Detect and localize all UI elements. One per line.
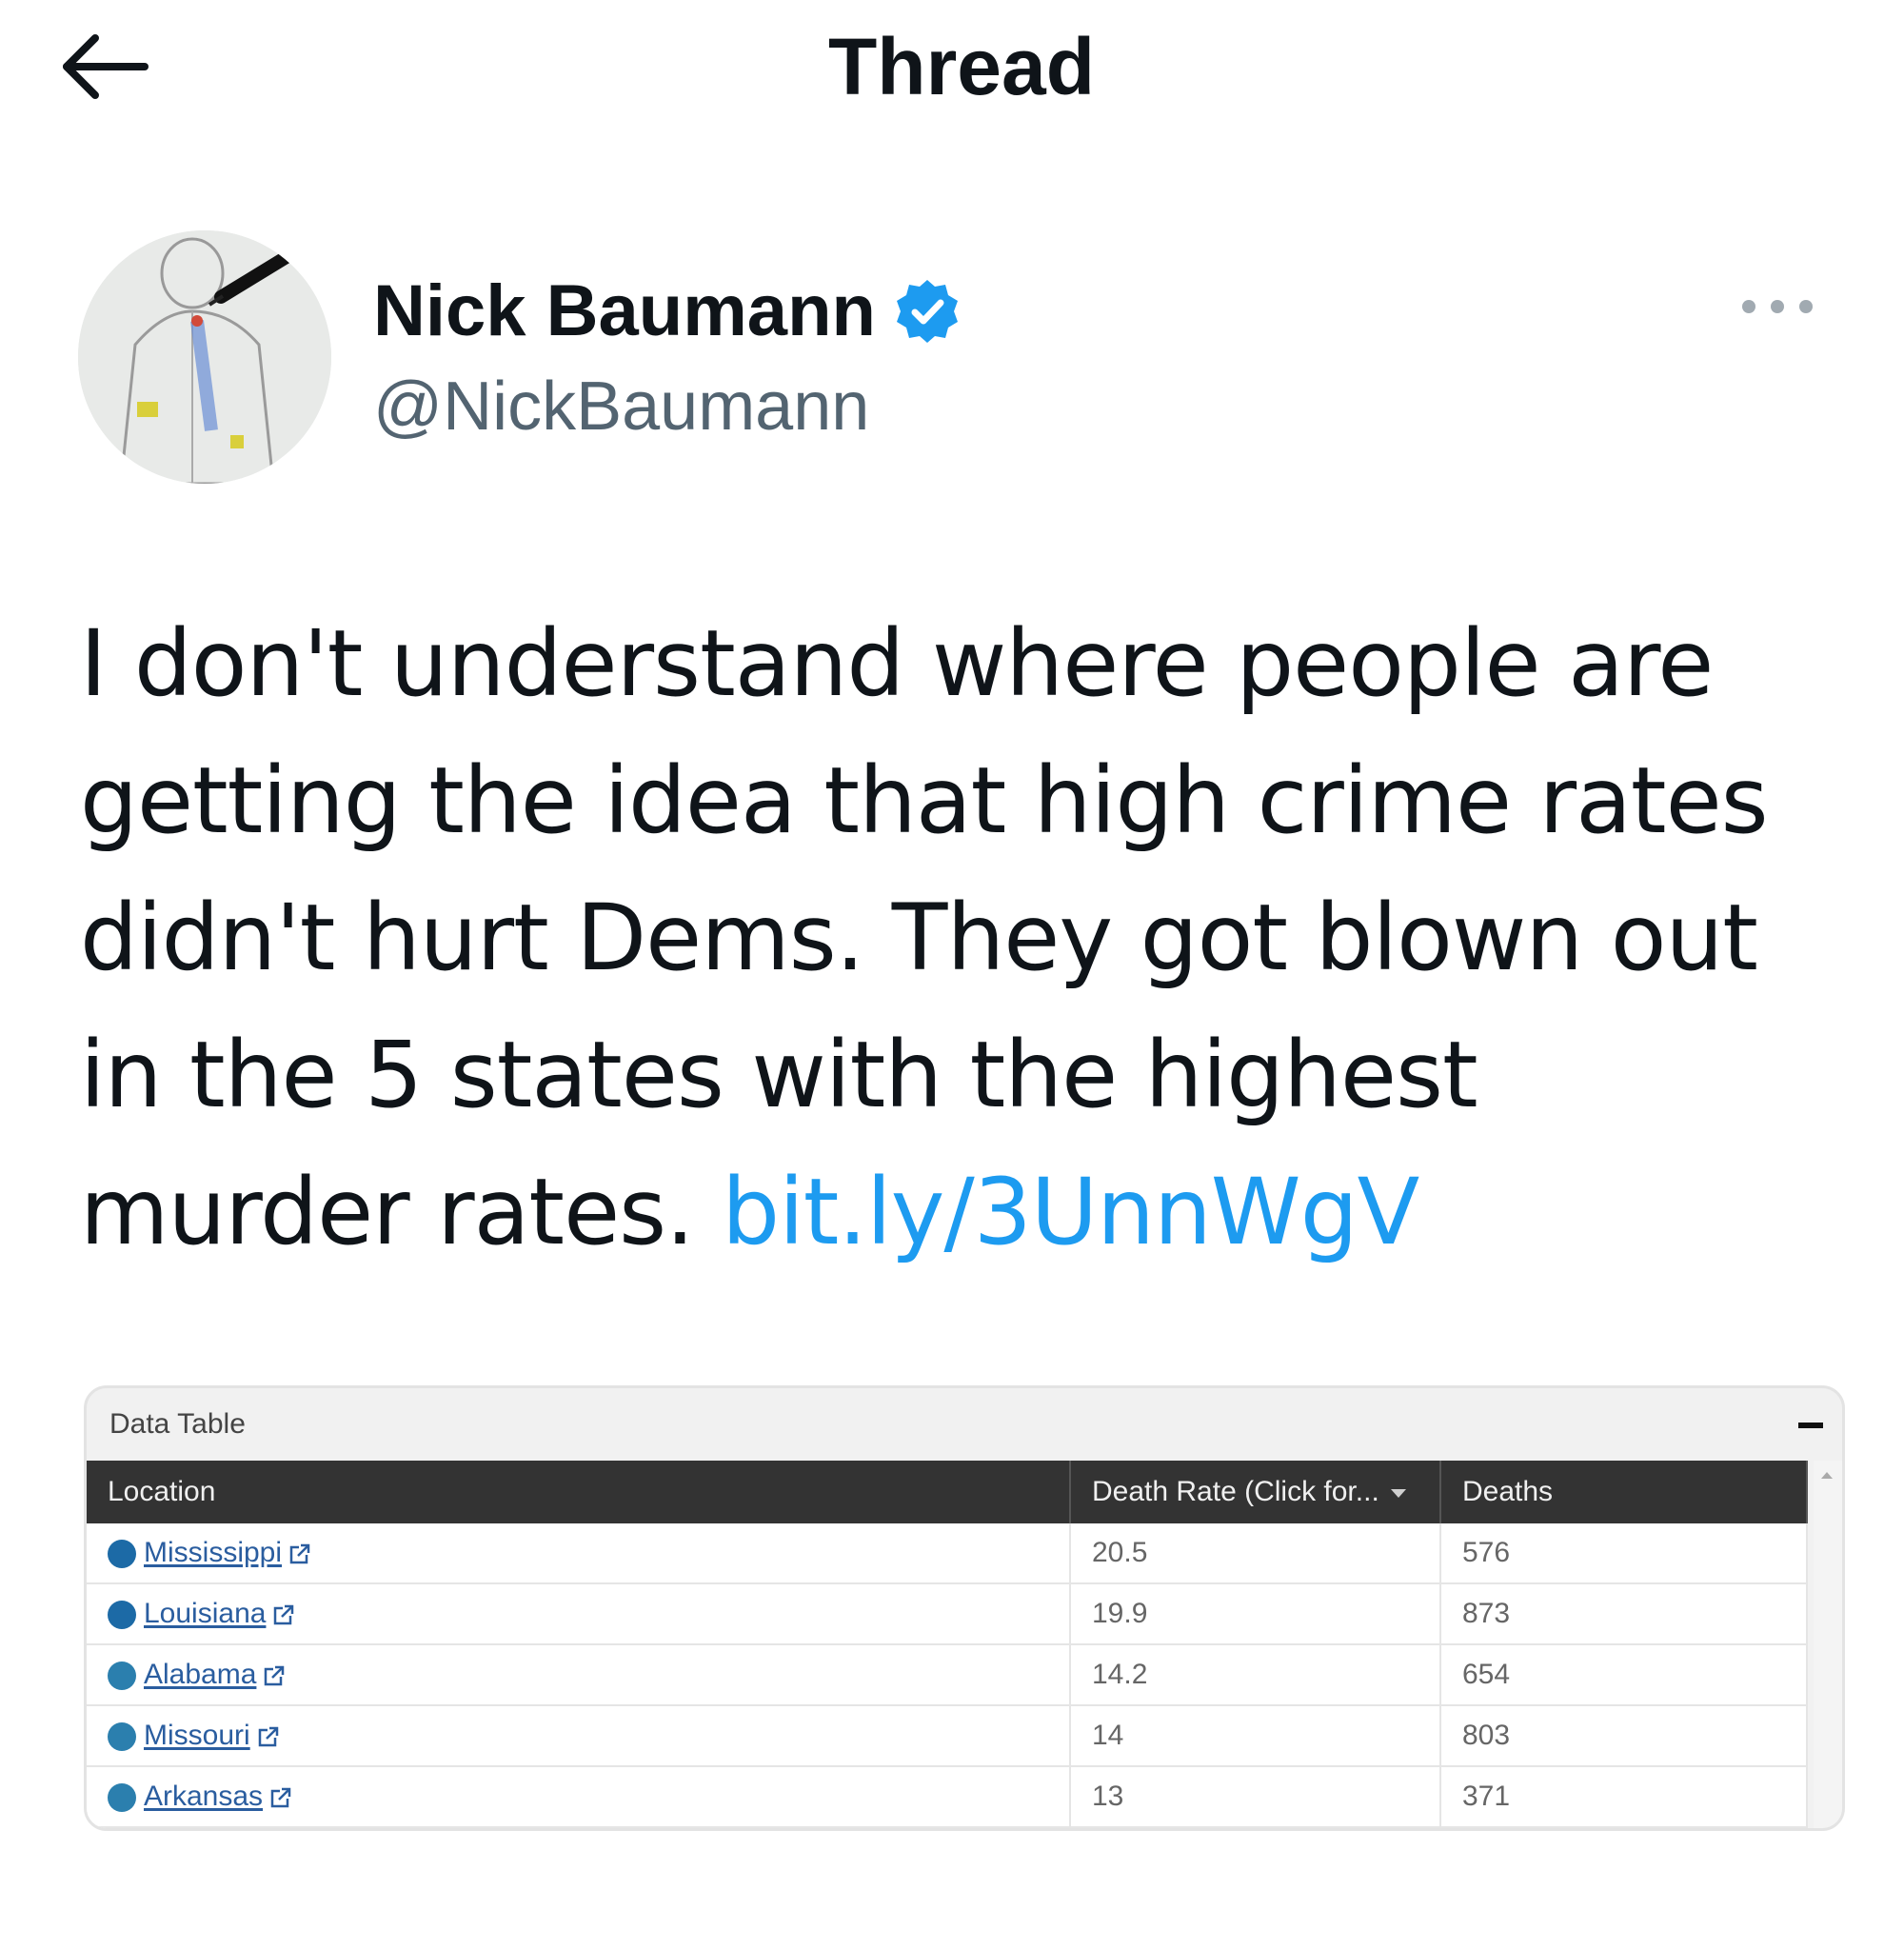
cell-deaths: 803	[1440, 1705, 1808, 1767]
avatar-image	[78, 230, 331, 484]
legend-dot-icon	[108, 1661, 136, 1690]
location-link[interactable]: Alabama	[144, 1660, 256, 1691]
author-name-row[interactable]: Nick Baumann	[373, 269, 962, 354]
location-link[interactable]: Mississippi	[144, 1538, 282, 1569]
cell-death-rate: 20.5	[1070, 1523, 1441, 1584]
cell-death-rate: 19.9	[1070, 1583, 1441, 1645]
tweet-text-line: I don't understand where people are	[80, 610, 1714, 717]
author-name: Nick Baumann	[373, 270, 876, 351]
external-link-icon[interactable]	[271, 1602, 296, 1627]
sort-caret-icon	[1390, 1488, 1406, 1498]
cell-death-rate: 13	[1070, 1766, 1441, 1828]
external-link-icon[interactable]	[268, 1785, 293, 1810]
table-row: Arkansas 13 371	[87, 1766, 1808, 1828]
scrollbar[interactable]	[1814, 1461, 1842, 1828]
tweet-text-line: getting the idea that high crime rates	[80, 747, 1769, 854]
more-horizontal-icon	[1742, 300, 1813, 313]
table-row: Mississippi 20.5 576	[87, 1523, 1808, 1584]
data-table-title: Data Table	[109, 1408, 246, 1440]
location-link[interactable]: Missouri	[144, 1721, 250, 1752]
cell-death-rate: 14.2	[1070, 1644, 1441, 1706]
tweet-text: I don't understand where people are gett…	[80, 595, 1851, 1281]
cell-location: Louisiana	[87, 1583, 1071, 1645]
cell-death-rate: 14	[1070, 1705, 1441, 1767]
tweet-text-line: murder rates.	[80, 1159, 723, 1265]
legend-dot-icon	[108, 1600, 136, 1629]
verified-badge-icon	[893, 277, 962, 346]
legend-dot-icon	[108, 1721, 136, 1751]
tweet-text-line: in the 5 states with the highest	[80, 1022, 1478, 1128]
data-table: Location Death Rate (Click for... Deaths…	[87, 1461, 1808, 1828]
table-row: Missouri 14 803	[87, 1705, 1808, 1767]
cell-location: Arkansas	[87, 1766, 1071, 1828]
legend-dot-icon	[108, 1782, 136, 1812]
cell-location: Missouri	[87, 1705, 1071, 1767]
avatar[interactable]	[78, 230, 331, 484]
thread-header: Thread	[0, 0, 1904, 133]
data-table-header: Data Table	[87, 1388, 1842, 1461]
cell-deaths: 371	[1440, 1766, 1808, 1828]
location-link[interactable]: Arkansas	[144, 1781, 263, 1813]
column-header-deaths[interactable]: Deaths	[1440, 1461, 1808, 1523]
table-row: Louisiana 19.9 873	[87, 1583, 1808, 1645]
column-header-label: Death Rate (Click for...	[1092, 1476, 1379, 1507]
external-link-icon[interactable]	[256, 1724, 281, 1749]
tweet-media-image[interactable]: Data Table Location Death Rate (Click fo…	[84, 1385, 1845, 1831]
tweet-link[interactable]: bit.ly/3UnnWgV	[722, 1159, 1419, 1265]
minus-icon	[1798, 1423, 1823, 1428]
author-handle[interactable]: @NickBaumann	[373, 364, 869, 449]
cell-deaths: 654	[1440, 1644, 1808, 1706]
arrow-left-icon	[63, 34, 149, 99]
table-row: Alabama 14.2 654	[87, 1644, 1808, 1706]
cell-location: Mississippi	[87, 1523, 1071, 1584]
legend-dot-icon	[108, 1539, 136, 1568]
column-header-location[interactable]: Location	[87, 1461, 1071, 1523]
tweet-text-line-last: murder rates. bit.ly/3UnnWgV	[80, 1144, 1851, 1281]
page-title: Thread	[827, 22, 1096, 111]
back-button[interactable]	[52, 19, 157, 114]
location-link[interactable]: Louisiana	[144, 1599, 266, 1630]
table-header-row: Location Death Rate (Click for... Deaths	[87, 1461, 1808, 1523]
tweet-text-line: didn't hurt Dems. They got blown out	[80, 885, 1758, 991]
cell-deaths: 873	[1440, 1583, 1808, 1645]
scroll-up-icon	[1821, 1472, 1833, 1479]
external-link-icon[interactable]	[288, 1542, 312, 1566]
tweet-author: Nick Baumann @NickBaumann	[78, 230, 1830, 488]
external-link-icon[interactable]	[262, 1663, 287, 1688]
more-options-button[interactable]	[1725, 269, 1830, 345]
collapse-button[interactable]	[1795, 1409, 1827, 1442]
column-header-death-rate[interactable]: Death Rate (Click for...	[1070, 1461, 1441, 1523]
cell-deaths: 576	[1440, 1523, 1808, 1584]
cell-location: Alabama	[87, 1644, 1071, 1706]
